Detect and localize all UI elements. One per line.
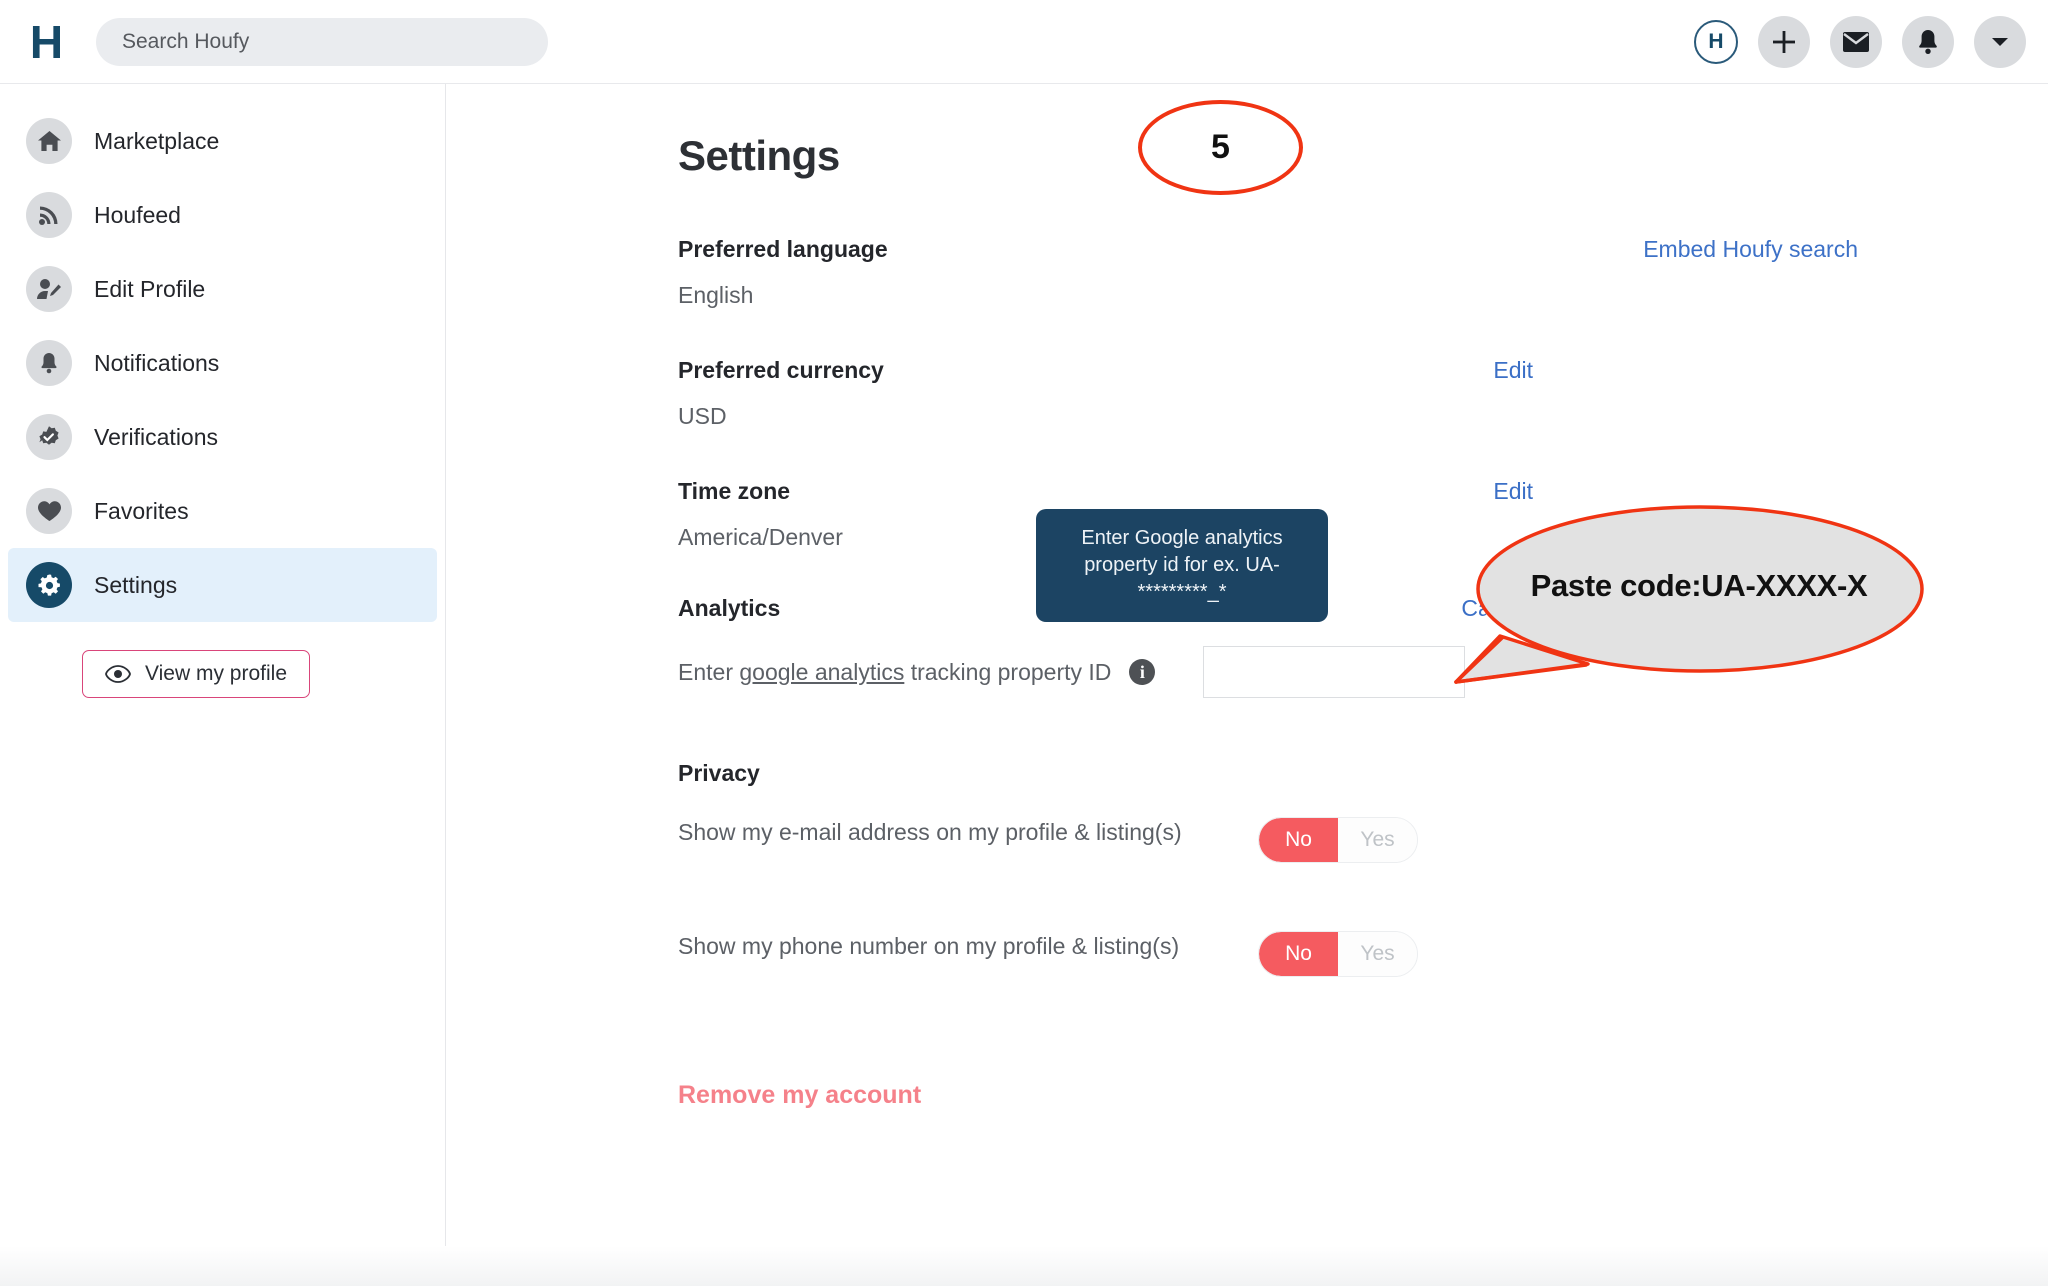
sidebar-item-edit-profile[interactable]: Edit Profile [8, 252, 437, 326]
account-menu-button[interactable] [1974, 16, 2026, 68]
section-title: Preferred currency [678, 357, 884, 383]
preferred-language-value: English [678, 282, 754, 308]
privacy-title: Privacy [678, 760, 760, 786]
analytics-label-suffix: tracking property ID [904, 658, 1112, 685]
analytics-tooltip: Enter Google analytics property id for e… [1036, 509, 1328, 622]
sidebar-item-label: Marketplace [94, 127, 220, 154]
view-profile-label: View my profile [145, 662, 287, 685]
analytics-property-id-input[interactable] [1203, 646, 1466, 698]
section-title: Preferred language [678, 236, 888, 262]
annotation-step-number: 5 [1211, 128, 1230, 166]
section-preferred-currency: Preferred currency Edit USD [678, 357, 1858, 430]
eye-icon [105, 665, 131, 683]
sidebar-item-label: Notifications [94, 349, 220, 376]
top-navigation-bar: H H [0, 0, 2048, 84]
sidebar-item-label: Settings [94, 571, 178, 598]
embed-houfy-search-link[interactable]: Embed Houfy search [1643, 236, 1858, 263]
show-phone-toggle[interactable]: No Yes [1258, 931, 1418, 977]
sidebar-item-marketplace[interactable]: Marketplace [8, 104, 437, 178]
sidebar-item-label: Edit Profile [94, 275, 206, 302]
messages-button[interactable] [1830, 16, 1882, 68]
google-analytics-link[interactable]: google analytics [739, 659, 904, 685]
envelope-icon [1843, 32, 1869, 52]
privacy-row-email: Show my e-mail address on my profile & l… [678, 817, 1858, 863]
preferred-currency-value: USD [678, 403, 727, 429]
sidebar-item-notifications[interactable]: Notifications [8, 326, 437, 400]
view-profile-container: View my profile [0, 650, 445, 698]
avatar[interactable]: H [1694, 20, 1738, 64]
add-button[interactable] [1758, 16, 1810, 68]
sidebar-item-verifications[interactable]: Verifications [8, 400, 437, 474]
bell-icon [1919, 30, 1937, 54]
row-header: Preferred language Embed Houfy search [678, 236, 1858, 263]
chevron-down-icon [1992, 38, 2008, 46]
row-header: Preferred currency Edit [678, 357, 1858, 384]
annotation-callout: Paste code:UA-XXXX-X [1438, 486, 1948, 698]
annotation-callout-text: Paste code:UA-XXXX-X [1530, 568, 1868, 603]
page-title: Settings [678, 132, 840, 179]
sidebar-item-label: Favorites [94, 497, 189, 524]
topbar-actions: H [1694, 0, 2026, 84]
toggle-option-no[interactable]: No [1259, 932, 1338, 976]
edit-currency-link[interactable]: Edit [1493, 357, 1533, 384]
info-icon[interactable]: i [1129, 659, 1156, 685]
section-title: Time zone [678, 478, 791, 504]
view-my-profile-button[interactable]: View my profile [82, 650, 310, 698]
sidebar-item-label: Verifications [94, 423, 219, 450]
toggle-option-yes[interactable]: Yes [1338, 818, 1417, 862]
section-title: Analytics [678, 595, 781, 621]
home-icon [26, 118, 72, 164]
rss-icon [26, 192, 72, 238]
toggle-option-yes[interactable]: Yes [1338, 932, 1417, 976]
sidebar: Marketplace Houfeed Edit Profile Notific… [0, 84, 446, 1286]
heart-icon [26, 488, 72, 534]
annotation-step-circle: 5 [1138, 100, 1303, 195]
analytics-input-label: Enter google analytics tracking property… [678, 659, 1111, 686]
sidebar-item-houfeed[interactable]: Houfeed [8, 178, 437, 252]
remove-my-account-link[interactable]: Remove my account [678, 1081, 921, 1110]
notifications-button[interactable] [1902, 16, 1954, 68]
privacy-row-label: Show my e-mail address on my profile & l… [678, 819, 1182, 845]
search-input[interactable] [96, 17, 548, 66]
toggle-option-no[interactable]: No [1259, 818, 1338, 862]
bell-icon [26, 340, 72, 386]
houfy-logo[interactable]: H [0, 15, 92, 69]
privacy-row-phone: Show my phone number on my profile & lis… [678, 931, 1858, 977]
sidebar-item-label: Houfeed [94, 201, 181, 228]
section-privacy: Privacy Show my e-mail address on my pro… [678, 760, 1858, 1110]
search-container [96, 17, 548, 66]
show-email-toggle[interactable]: No Yes [1258, 817, 1418, 863]
plus-icon [1773, 31, 1795, 53]
privacy-row-label: Show my phone number on my profile & lis… [678, 933, 1180, 959]
analytics-label-prefix: Enter [678, 658, 740, 685]
section-preferred-language: Preferred language Embed Houfy search En… [678, 236, 1858, 309]
sidebar-item-favorites[interactable]: Favorites [8, 474, 437, 548]
badge-check-icon [26, 414, 72, 460]
gear-icon [26, 562, 72, 608]
footer-strip [0, 1246, 2048, 1286]
user-edit-icon [26, 266, 72, 312]
sidebar-item-settings[interactable]: Settings [8, 548, 437, 622]
